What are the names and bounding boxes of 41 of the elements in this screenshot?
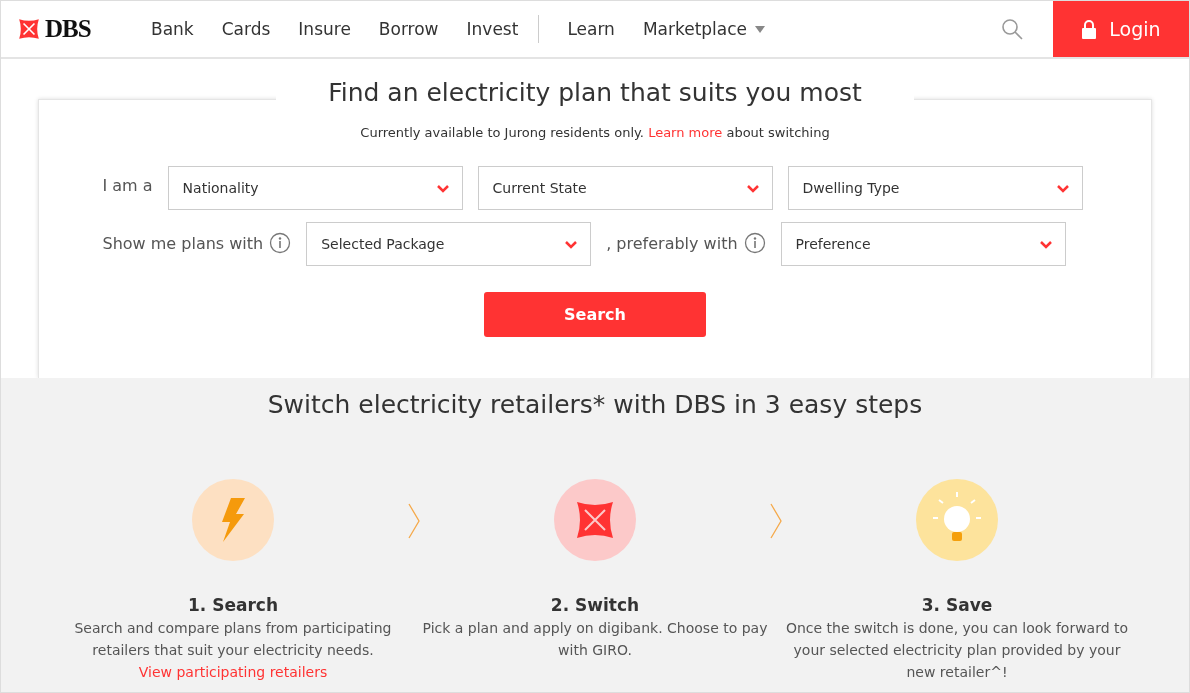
chevron-down-icon <box>435 183 450 193</box>
select-dropdown[interactable]: Selected Package <box>306 222 592 266</box>
chevron-down-icon <box>564 239 579 249</box>
availability-note: Currently available to Jurong residents only. Learn more about switching <box>360 125 830 140</box>
login-button[interactable]: Login <box>1053 1 1189 57</box>
info-icon[interactable] <box>743 232 766 254</box>
step-description: Pick a plan and apply on digibank. Choose to pay with GIRO. <box>421 619 769 660</box>
chevron-right-icon <box>408 503 420 539</box>
select-dropdown[interactable]: Current State <box>477 166 773 210</box>
step-title: 1. Search <box>188 595 278 615</box>
search-icon[interactable] <box>1001 18 1023 40</box>
nav-link[interactable]: Borrow <box>364 19 453 39</box>
lightning-bolt-icon <box>219 498 247 542</box>
step-description: Once the switch is done, you can look forward to your selected electricity plan provided by your new retailer^! <box>784 619 1130 682</box>
select-dropdown[interactable]: Dwelling Type <box>787 166 1083 210</box>
field-label: , preferably with <box>606 233 738 253</box>
select-dropdown[interactable]: Nationality <box>167 166 463 210</box>
chevron-down-icon <box>1038 239 1053 249</box>
select-dropdown[interactable]: Preference <box>780 222 1066 266</box>
nav-link[interactable]: Marketplace <box>628 19 780 39</box>
field-label: Show me plans with <box>102 233 264 253</box>
field-label: I am a <box>102 175 153 195</box>
search-button[interactable]: Search <box>484 292 706 337</box>
logo-text[interactable]: DBS <box>45 15 91 43</box>
lock-icon <box>1081 19 1098 39</box>
nav-link[interactable]: Invest <box>452 19 533 39</box>
step-title: 3. Save <box>921 595 993 615</box>
info-icon[interactable] <box>269 232 292 254</box>
nav-link[interactable]: Cards <box>207 19 285 39</box>
chevron-down-icon <box>745 183 760 193</box>
section-title: Switch electricity retailers* with DBS in 3 easy steps <box>267 390 923 419</box>
chevron-right-icon <box>770 503 782 539</box>
step-description: Search and compare plans from participating retailers that suit your electricity needs. <box>73 619 393 660</box>
chevron-down-icon <box>1055 183 1070 193</box>
nav-link[interactable]: Bank <box>137 19 208 39</box>
caret-icon <box>755 25 766 33</box>
nav-link[interactable]: Learn <box>553 19 629 39</box>
logo-icon <box>17 17 41 41</box>
step-title: 2. Switch <box>550 595 640 615</box>
nav-link[interactable]: Insure <box>284 19 365 39</box>
learn-more-link[interactable]: Learn more <box>648 125 723 140</box>
